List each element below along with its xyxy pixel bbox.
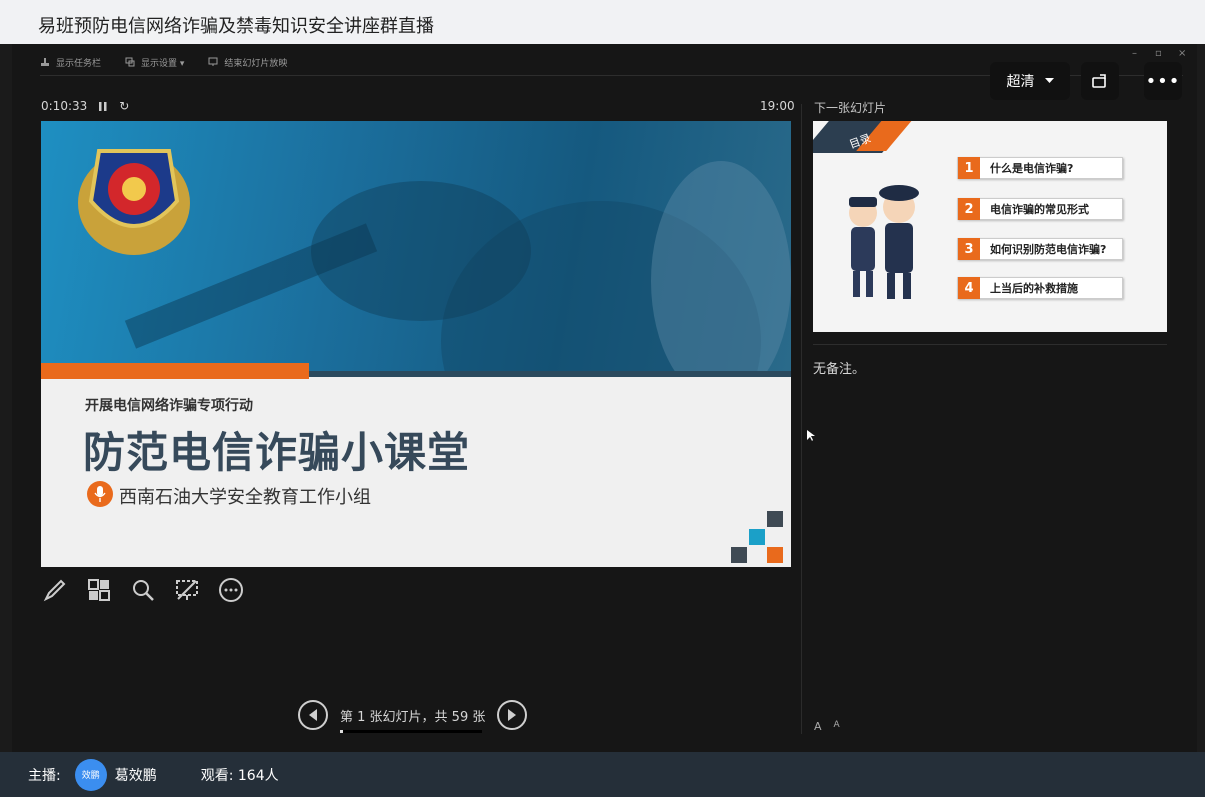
toc-item: 4 上当后的补救措施	[957, 277, 1123, 299]
presenter-view: – ▫ × 显示任务栏 显示设置 ▾ 结束幻灯片放映 0:10:33 ↻ 19:…	[12, 44, 1197, 752]
slide-tools	[42, 577, 244, 603]
caret-down-icon	[1044, 78, 1054, 83]
next-slide-button[interactable]	[497, 700, 528, 730]
notes-divider	[813, 344, 1167, 345]
display-settings-label: 显示设置 ▾	[141, 58, 185, 69]
avatar[interactable]: 效鹏	[74, 758, 107, 791]
police-badge-logo	[78, 149, 190, 255]
notes-font-size-controls: A A	[814, 720, 840, 733]
pause-icon[interactable]	[99, 101, 107, 111]
toc-item-number: 1	[958, 157, 980, 179]
deco-square	[749, 529, 765, 545]
pane-divider[interactable]	[801, 104, 802, 734]
slide-accent-bar	[41, 363, 309, 379]
live-footer: 主播: 效鹏 葛效鹏 观看: 164人	[0, 752, 1205, 797]
show-taskbar-label: 显示任务栏	[56, 58, 102, 69]
slide-organizer: 西南石油大学安全教育工作小组	[119, 487, 371, 508]
timer: 0:10:33 ↻	[41, 99, 129, 113]
zoom-icon[interactable]	[130, 577, 156, 603]
end-slideshow-button[interactable]: 结束幻灯片放映	[208, 56, 287, 69]
toc-item: 3 如何识别防范电信诈骗?	[957, 238, 1123, 260]
pen-icon[interactable]	[42, 577, 68, 603]
end-slideshow-label: 结束幻灯片放映	[224, 58, 288, 69]
arrow-right-icon	[508, 709, 517, 721]
viewer-count: 观看: 164人	[200, 767, 279, 784]
toc-item-text: 如何识别防范电信诈骗?	[990, 243, 1107, 256]
slide-title: 防范电信诈骗小课堂	[83, 428, 471, 477]
next-slide-label: 下一张幻灯片	[814, 101, 887, 115]
display-icon	[125, 57, 135, 67]
quality-dropdown[interactable]: 超清	[990, 62, 1070, 100]
all-slides-icon[interactable]	[86, 577, 112, 603]
presenter-toolbar: 显示任务栏 显示设置 ▾ 结束幻灯片放映	[40, 54, 287, 70]
taskbar-icon	[41, 58, 49, 66]
toc-item-number: 3	[958, 238, 980, 260]
slide-subtitle: 开展电信网络诈骗专项行动	[85, 398, 253, 414]
close-icon[interactable]: ×	[1178, 48, 1186, 59]
clock: 19:00	[760, 99, 795, 113]
decrease-font-icon[interactable]: A	[834, 720, 840, 733]
slide-dark-bar	[309, 371, 791, 377]
toc-item-text: 什么是电信诈骗?	[990, 162, 1074, 175]
slide-navigation: 第 1 张幻灯片，共 59 张	[298, 700, 528, 733]
prev-slide-button[interactable]	[298, 700, 328, 730]
slide-progress-bar	[340, 729, 482, 733]
more-options-button[interactable]: •••	[1144, 62, 1182, 100]
speaker-notes[interactable]: 无备注。	[813, 358, 865, 377]
increase-font-icon[interactable]: A	[814, 720, 822, 733]
deco-square	[767, 511, 783, 527]
toc-item-text: 电信诈骗的常见形式	[990, 203, 1089, 216]
next-slide-thumbnail[interactable]: 目录 1 什么是电信诈骗? 2 电信诈骗的常见形式 3 如何识别防范电信诈骗? …	[813, 121, 1167, 332]
display-settings-button[interactable]: 显示设置 ▾	[125, 56, 184, 69]
slide-background-photo	[41, 121, 791, 481]
window-title: 易班预防电信网络诈骗及禁毒知识安全讲座群直播	[0, 0, 1205, 44]
minimize-icon[interactable]: –	[1132, 48, 1137, 59]
restore-icon[interactable]: ▫	[1155, 48, 1162, 59]
mouse-cursor-icon	[807, 430, 815, 441]
deco-square	[767, 547, 783, 563]
more-tools-icon[interactable]	[218, 577, 244, 603]
slide-counter: 第 1 张幻灯片，共 59 张	[340, 706, 486, 733]
black-screen-icon[interactable]	[174, 577, 200, 603]
current-slide: 开展电信网络诈骗专项行动 防范电信诈骗小课堂 西南石油大学安全教育工作小组	[41, 121, 791, 567]
show-taskbar-button[interactable]: 显示任务栏	[40, 56, 101, 69]
slide-counter-text: 第 1 张幻灯片，共 59 张	[340, 709, 486, 725]
microphone-icon	[87, 481, 113, 507]
toc-item-number: 4	[958, 277, 980, 299]
rotate-icon	[1092, 74, 1106, 88]
deco-square	[731, 547, 747, 563]
end-slideshow-icon	[208, 57, 218, 66]
toc-item: 1 什么是电信诈骗?	[957, 157, 1123, 179]
toc-item-text: 上当后的补救措施	[990, 282, 1078, 295]
reset-timer-icon[interactable]: ↻	[119, 99, 129, 113]
toc-item-number: 2	[958, 198, 980, 220]
quality-label: 超清	[1006, 74, 1035, 90]
toc-item: 2 电信诈骗的常见形式	[957, 198, 1123, 220]
elapsed-time: 0:10:33	[41, 99, 88, 113]
police-cartoon-figures	[849, 185, 919, 299]
host-name[interactable]: 葛效鹏	[115, 765, 157, 785]
rotate-button[interactable]	[1081, 62, 1119, 100]
host-label: 主播:	[28, 767, 61, 784]
arrow-left-icon	[309, 709, 317, 721]
